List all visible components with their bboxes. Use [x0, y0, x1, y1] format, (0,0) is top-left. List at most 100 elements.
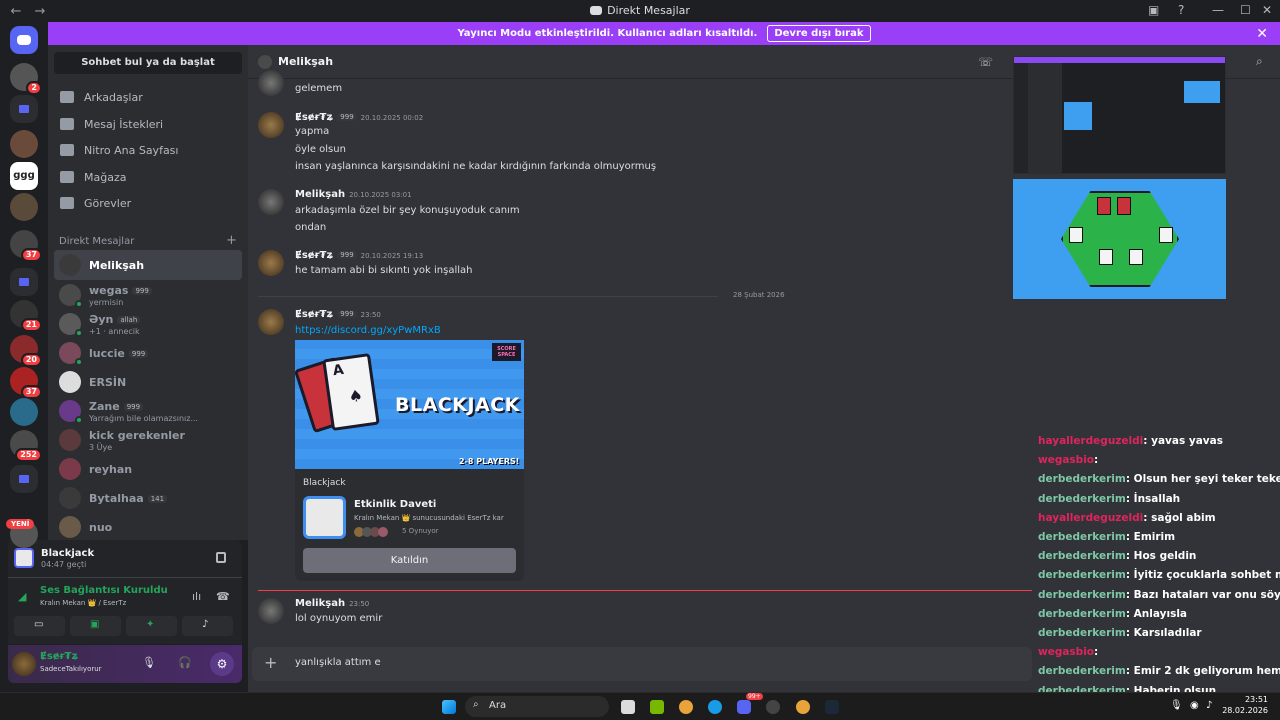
nav-message-requests[interactable]: Mesaj İstekleri: [56, 111, 242, 137]
soundboard-button[interactable]: ♪: [182, 616, 233, 636]
screen-share-button[interactable]: ▣: [70, 616, 121, 636]
avatar[interactable]: [258, 598, 284, 624]
create-dm-plus-icon[interactable]: +: [226, 233, 237, 248]
avatar[interactable]: [12, 652, 36, 676]
avatar[interactable]: [258, 112, 284, 138]
server-icon[interactable]: ggg: [10, 162, 38, 190]
dm-item[interactable]: Melikşah: [54, 250, 242, 280]
microphone-icon[interactable]: 🎙: [142, 656, 156, 669]
user-panel: Ɇsɇɍ₮ʑ SadeceTakılıyorur 🎙 🎧 ⚙: [8, 645, 242, 683]
voice-channel[interactable]: Kralın Mekan 👑 / EserTz: [40, 599, 126, 607]
leave-activity-icon[interactable]: [216, 552, 226, 563]
maximize-button[interactable]: ☐: [1240, 3, 1251, 17]
search-icon[interactable]: ⌕: [1256, 54, 1263, 69]
settings-gear-icon[interactable]: ⚙: [210, 652, 234, 676]
clock-time[interactable]: 23:51: [1236, 695, 1268, 704]
help-icon[interactable]: ?: [1178, 3, 1184, 17]
disconnect-icon[interactable]: ☎: [216, 590, 230, 603]
nav-friends[interactable]: Arkadaşlar: [56, 84, 242, 110]
attach-plus-icon[interactable]: +: [264, 653, 277, 672]
dm-item[interactable]: reyhan: [54, 454, 242, 484]
server-icon[interactable]: [10, 268, 38, 296]
message-text: ondan: [295, 222, 327, 233]
chat-message: : Emirim: [1125, 531, 1176, 543]
banner-close-icon[interactable]: ✕: [1256, 26, 1268, 42]
minimize-button[interactable]: —: [1212, 3, 1224, 17]
server-icon[interactable]: 20: [10, 335, 42, 367]
dealer-card: [1097, 197, 1111, 215]
voice-call-icon[interactable]: ☏: [978, 55, 993, 69]
spade-icon: ♠: [347, 385, 365, 407]
message-input[interactable]: yanlışıkla attım e: [295, 657, 381, 668]
disable-streamer-mode-button[interactable]: Devre dışı bırak: [767, 25, 871, 42]
server-icon[interactable]: [10, 193, 38, 221]
chrome-profile-icon[interactable]: [796, 700, 810, 714]
message-author[interactable]: Melikşah: [295, 189, 345, 200]
find-conversation-button[interactable]: Sohbet bul ya da başlat: [54, 52, 242, 74]
message-composer[interactable]: + yanlışıkla attım e: [252, 647, 1032, 681]
avatar[interactable]: [258, 309, 284, 335]
close-window-button[interactable]: ✕: [1262, 3, 1272, 17]
dm-item[interactable]: Bytalhaa 141: [54, 483, 242, 513]
start-windows-icon[interactable]: [442, 700, 456, 714]
avatar: [59, 284, 83, 308]
nav-nitro[interactable]: Nitro Ana Sayfası: [56, 137, 242, 163]
dm-item[interactable]: ERSİN: [54, 367, 242, 397]
server-icon[interactable]: 37: [10, 230, 42, 262]
blackjack-title-art: BLACKJACK: [395, 394, 520, 416]
message-author[interactable]: Ɇsɇɍ₮ʑ: [295, 250, 333, 261]
noise-suppression-icon[interactable]: ılı: [192, 590, 201, 603]
network-icon[interactable]: ◉: [1190, 700, 1199, 711]
server-icon[interactable]: [10, 398, 38, 426]
nav-shop[interactable]: Mağaza: [56, 164, 242, 190]
task-view-icon[interactable]: [621, 700, 635, 714]
app-icon[interactable]: [766, 700, 780, 714]
home-dm-button[interactable]: [10, 26, 38, 54]
steam-icon[interactable]: [825, 700, 839, 714]
screen-share-preview[interactable]: [1013, 56, 1226, 174]
chat-header-name[interactable]: Melikşah: [278, 55, 333, 68]
blackjack-banner-image[interactable]: A ♠ BLACKJACK SCORE SPACE 2-8 PLAYERS!: [295, 340, 524, 469]
avatar[interactable]: [258, 250, 284, 276]
dm-item[interactable]: Zane 999 Yarrağım bile olamazsınız...: [54, 396, 242, 426]
dm-item[interactable]: Əyn allah +1 · annecik: [54, 309, 242, 339]
avatar[interactable]: [258, 70, 284, 96]
server-icon[interactable]: 21: [10, 300, 42, 332]
status-dot: [75, 300, 83, 308]
nav-quests[interactable]: Görevler: [56, 190, 242, 216]
message-author[interactable]: Ɇsɇɍ₮ʑ: [295, 112, 333, 123]
camera-toggle-button[interactable]: ▭: [14, 616, 65, 636]
joined-button[interactable]: Katıldın: [303, 548, 516, 573]
dm-item[interactable]: nuo: [54, 512, 242, 542]
dm-item[interactable]: kick gerekenler 3 Üye: [54, 425, 242, 455]
edge-icon[interactable]: [708, 700, 722, 714]
volume-icon[interactable]: ♪: [1206, 700, 1212, 711]
server-icon[interactable]: [10, 465, 38, 493]
server-icon[interactable]: [10, 130, 38, 158]
activities-button[interactable]: ✦: [126, 616, 177, 636]
discord-taskbar-icon[interactable]: 99+: [737, 693, 763, 714]
camera-off-icon: ▭: [34, 619, 44, 630]
server-icon[interactable]: 252: [10, 430, 42, 462]
clock-date[interactable]: 28.02.2026: [1222, 706, 1268, 715]
mic-tray-icon[interactable]: 🎙: [1170, 700, 1183, 711]
blackjack-game-stream[interactable]: [1013, 179, 1226, 299]
inbox-icon[interactable]: ▣: [1148, 3, 1159, 17]
taskbar-search[interactable]: ⌕ Ara: [465, 696, 609, 717]
chrome-icon[interactable]: [679, 700, 693, 714]
message-author[interactable]: Melikşah: [295, 598, 345, 609]
stream-chat-line: derbederkerim: Olsun her şeyi teker teke…: [1038, 473, 1280, 485]
server-icon[interactable]: 2: [10, 63, 42, 95]
player-card: [1159, 227, 1173, 243]
invite-link[interactable]: https://discord.gg/xyPwMRxB: [295, 325, 441, 336]
message-author[interactable]: Ɇsɇɍ₮ʑ: [295, 309, 333, 320]
username[interactable]: Ɇsɇɍ₮ʑ: [40, 651, 78, 662]
voice-status[interactable]: Ses Bağlantısı Kuruldu: [40, 585, 168, 596]
headphones-icon[interactable]: 🎧: [178, 656, 192, 669]
server-icon[interactable]: [10, 95, 38, 123]
dm-item[interactable]: luccie 999: [54, 338, 242, 368]
avatar[interactable]: [258, 189, 284, 215]
nvidia-icon[interactable]: [650, 700, 664, 714]
server-icon[interactable]: 37: [10, 367, 42, 399]
dm-item[interactable]: wegas 999 yermisin: [54, 280, 242, 310]
